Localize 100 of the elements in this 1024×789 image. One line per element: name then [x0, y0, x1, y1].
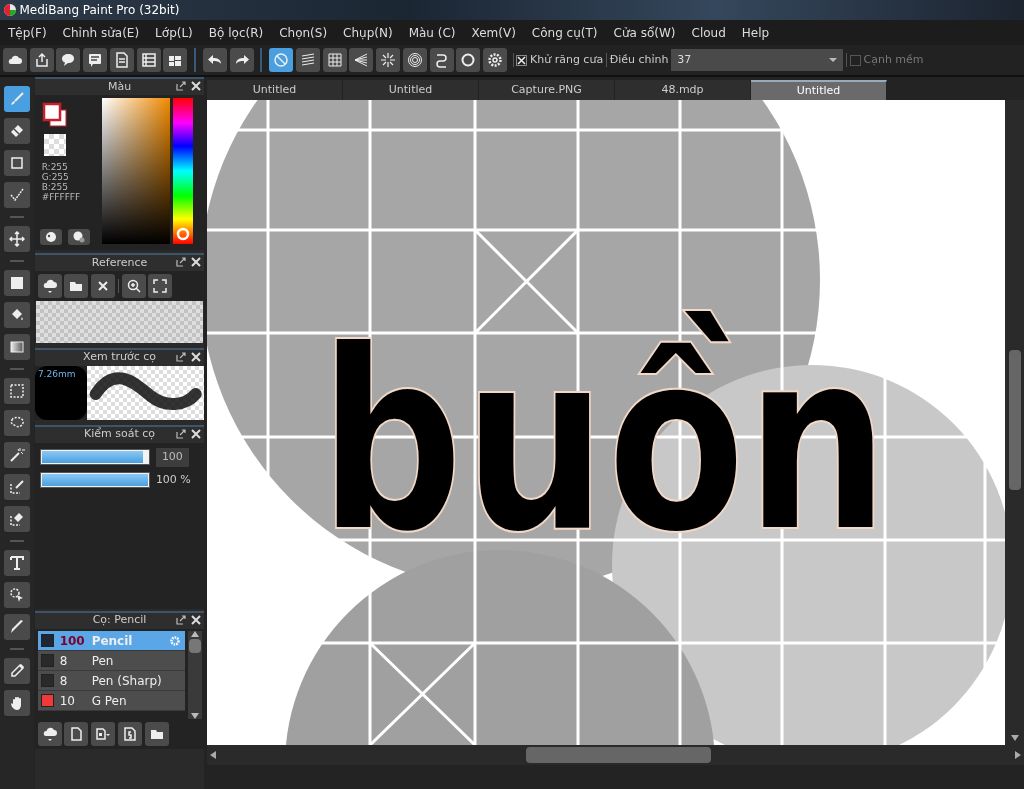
cloud-icon[interactable] — [2, 48, 27, 72]
delete-icon[interactable] — [91, 273, 116, 298]
eraser-icon[interactable] — [3, 118, 30, 144]
scrollbar-thumb[interactable] — [188, 639, 201, 654]
menu-item[interactable]: Cloud — [683, 23, 734, 42]
scrollbar-thumb[interactable] — [1008, 350, 1021, 490]
perspective-icon[interactable] — [349, 48, 374, 72]
ring-icon — [176, 226, 191, 241]
scrollbar-thumb[interactable] — [526, 747, 711, 763]
knife-icon[interactable] — [3, 614, 30, 640]
new-document-icon[interactable] — [64, 722, 89, 746]
slider-value: 100 % — [155, 472, 191, 488]
comment-icon[interactable] — [83, 48, 107, 72]
document-tab[interactable]: Capture.PNG — [479, 80, 615, 100]
checkbox-label: Khử răng cưa — [530, 51, 604, 68]
correction-dropdown[interactable]: 37 — [671, 49, 844, 71]
scroll-down-icon[interactable] — [190, 713, 199, 720]
menu-item[interactable]: Công cụ(T) — [523, 23, 606, 42]
slider-track[interactable] — [40, 449, 151, 466]
move-icon[interactable] — [3, 226, 30, 252]
polyline-icon[interactable] — [3, 182, 30, 208]
document-tab[interactable]: Untitled — [751, 80, 887, 100]
folder-icon[interactable] — [64, 273, 89, 298]
menu-item[interactable]: Lớp(L) — [147, 23, 201, 42]
tiles-icon[interactable] — [163, 48, 188, 72]
antialias-checkbox[interactable] — [516, 54, 528, 66]
menu-item[interactable]: Cửa sổ(W) — [605, 23, 684, 42]
vertical-scrollbar[interactable] — [1005, 100, 1024, 745]
cloud-download-icon[interactable] — [37, 273, 62, 298]
brush-list-item[interactable]: 8 Pen — [37, 651, 185, 672]
close-icon[interactable] — [191, 428, 202, 439]
popout-icon[interactable] — [176, 614, 187, 625]
magic-wand-icon[interactable] — [3, 442, 30, 468]
gradient-icon[interactable] — [3, 334, 30, 360]
close-icon[interactable] — [191, 351, 202, 362]
parallel-lines-icon[interactable] — [295, 48, 320, 72]
lasso-icon[interactable] — [3, 410, 30, 436]
brush-size: 8 — [59, 672, 69, 690]
popout-icon[interactable] — [176, 257, 187, 267]
menu-item[interactable]: Chụp(N) — [335, 23, 401, 42]
folder-icon[interactable] — [144, 722, 169, 746]
popout-icon[interactable] — [176, 81, 187, 91]
saturation-value-picker[interactable] — [102, 97, 171, 244]
concentric-circles-icon[interactable] — [402, 48, 427, 72]
hue-spectrum[interactable] — [173, 97, 194, 244]
filled-square-icon[interactable] — [3, 270, 30, 296]
share-icon[interactable] — [29, 48, 54, 72]
panel-title: Reference — [91, 254, 148, 271]
menu-item[interactable]: Chỉnh sửa(E) — [54, 23, 148, 42]
script-document-icon[interactable] — [117, 722, 142, 746]
brush-list-item[interactable]: 100 Pencil — [37, 631, 185, 652]
document-icon[interactable] — [109, 48, 134, 72]
radial-lines-icon[interactable] — [376, 48, 400, 72]
close-icon[interactable] — [191, 81, 202, 91]
menu-item[interactable]: Bộ lọc(R) — [200, 23, 272, 42]
color-readout: #FFFFFF — [41, 191, 82, 202]
list-icon[interactable] — [136, 48, 161, 72]
scroll-right-icon[interactable] — [1015, 751, 1021, 759]
document-tab[interactable]: Untitled — [343, 80, 479, 100]
selection-eraser-icon[interactable] — [3, 506, 30, 532]
eyedropper-icon[interactable] — [3, 658, 30, 684]
menu-item[interactable]: Chọn(S) — [271, 23, 336, 42]
selection-pen-icon[interactable] — [3, 474, 30, 500]
menu-item[interactable]: Tệp(F) — [0, 23, 55, 42]
color-swatches-icon — [41, 101, 68, 128]
document-tab[interactable]: Untitled — [207, 80, 343, 100]
brush-list-item[interactable]: 8 Pen (Sharp) — [37, 671, 185, 692]
fit-screen-icon[interactable] — [148, 273, 173, 298]
color-history-icon[interactable] — [67, 228, 90, 245]
cloud-download-icon[interactable] — [37, 722, 62, 746]
close-icon[interactable] — [191, 257, 202, 267]
close-icon[interactable] — [191, 614, 202, 625]
scrollbar[interactable] — [187, 631, 202, 720]
document-tab[interactable]: 48.mdp — [615, 80, 751, 100]
text-icon[interactable] — [3, 550, 30, 576]
speech-bubble-icon[interactable] — [56, 48, 81, 72]
scroll-down-icon[interactable] — [1010, 735, 1019, 741]
redo-icon[interactable] — [229, 48, 254, 72]
settings-icon[interactable] — [483, 48, 507, 72]
paint-bucket-icon[interactable] — [3, 302, 30, 328]
rectangle-selection-icon[interactable] — [3, 378, 30, 404]
popout-icon[interactable] — [176, 428, 187, 439]
brush-list-item[interactable]: 10 G Pen — [37, 691, 185, 712]
copy-menu-icon[interactable] — [91, 722, 116, 746]
curve-icon[interactable] — [429, 48, 454, 72]
zoom-in-icon[interactable] — [121, 273, 146, 298]
soft-edge-checkbox[interactable] — [849, 54, 861, 66]
palette-icon[interactable] — [40, 228, 63, 245]
horizontal-scrollbar[interactable] — [207, 745, 1024, 765]
brush-icon[interactable] — [3, 86, 30, 112]
hand-icon[interactable] — [3, 690, 30, 716]
menu-item[interactable]: Help — [733, 23, 778, 42]
popout-icon[interactable] — [176, 351, 187, 362]
menu-item[interactable]: Xem(V) — [463, 23, 524, 42]
undo-icon[interactable] — [202, 48, 227, 72]
transparent-color-swatch[interactable] — [43, 133, 66, 156]
square-icon[interactable] — [3, 150, 30, 176]
menu-item[interactable]: Màu (C) — [400, 23, 464, 42]
grid-icon[interactable] — [322, 48, 347, 72]
scroll-left-icon[interactable] — [210, 751, 216, 759]
